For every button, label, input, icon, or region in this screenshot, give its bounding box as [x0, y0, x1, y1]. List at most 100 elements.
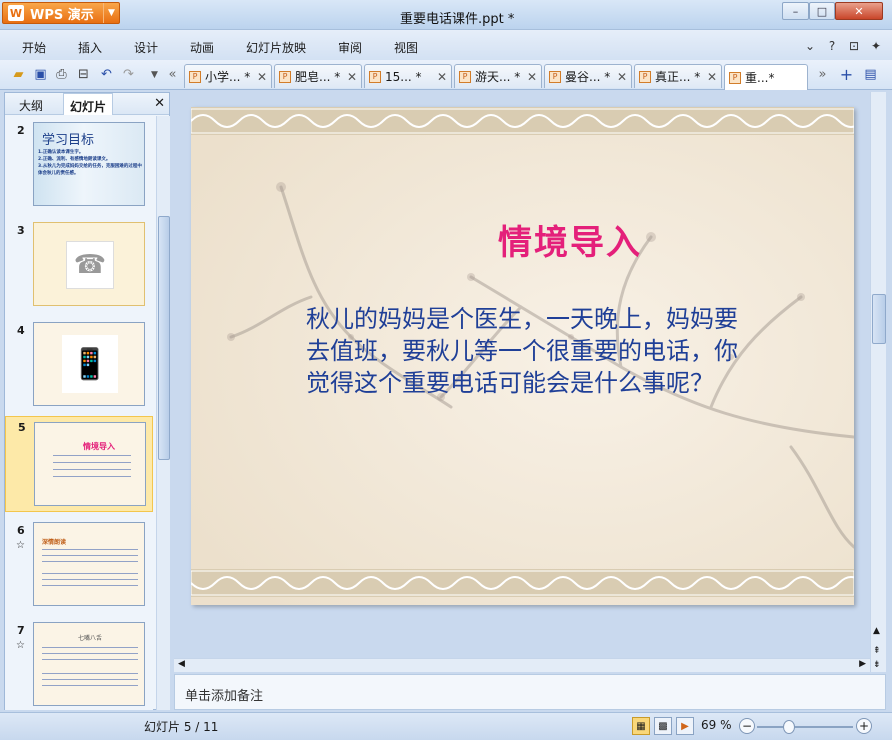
vertical-scrollbar[interactable]: ▲ ⇞ ⇟	[870, 92, 886, 672]
thumb-body-lines	[42, 549, 138, 563]
slideshow-view-icon[interactable]: ▶	[676, 717, 694, 735]
quick-toolbar: ▰ ▣ ⎙ ⊟ ↶ ↷ ▼ « P 小学... * ✕ P 肥皂... * ✕ …	[0, 60, 892, 90]
tab-document-6[interactable]: P 真正... * ✕	[634, 64, 722, 88]
prev-slide-icon[interactable]: ⇞	[873, 646, 881, 656]
tab-document-2[interactable]: P 肥皂... * ✕	[274, 64, 362, 88]
chevron-down-icon: ▼	[103, 3, 119, 23]
close-icon[interactable]: ✕	[347, 70, 357, 84]
horizontal-scrollbar[interactable]: ◀ ▶	[174, 658, 870, 672]
telephone-image-icon: ☎	[66, 241, 114, 289]
chevron-down-icon[interactable]: ⌄	[802, 38, 818, 54]
new-tab-icon[interactable]: +	[838, 65, 855, 84]
slide-thumbnail-2[interactable]: 2 学习目标 1.正确认读本课生字。 2.正确、流利、有感情地朗读课文。 3.从…	[5, 120, 153, 212]
slide-preview: 学习目标 1.正确认读本课生字。 2.正确、流利、有感情地朗读课文。 3.从秋儿…	[33, 122, 145, 206]
slide-number: 2	[17, 124, 25, 137]
redo-icon[interactable]: ↷	[120, 66, 137, 83]
ppt-file-icon: P	[729, 71, 741, 84]
tab-list-icon[interactable]: ▤	[862, 66, 879, 83]
notes-pane[interactable]: 单击添加备注	[174, 674, 886, 710]
close-icon[interactable]: ✕	[437, 70, 447, 84]
skin-icon[interactable]: ✦	[868, 38, 884, 54]
menu-animation[interactable]: 动画	[190, 39, 214, 56]
tab-label: 小学... *	[205, 70, 251, 84]
close-icon[interactable]: ✕	[527, 70, 537, 84]
slide-thumbnail-4[interactable]: 4 📱	[5, 320, 153, 412]
next-slide-icon[interactable]: ⇟	[873, 660, 881, 670]
undo-icon[interactable]: ↶	[98, 66, 115, 83]
panel-tabs: 大纲 幻灯片 ✕	[5, 93, 169, 115]
maximize-button[interactable]: □	[809, 2, 835, 20]
scroll-right-icon[interactable]: ▶	[859, 659, 866, 669]
menu-review[interactable]: 审阅	[338, 39, 362, 56]
tab-label: 游天... *	[475, 70, 521, 84]
minimize-button[interactable]: –	[782, 2, 809, 20]
slide-thumbnail-7[interactable]: 7 ☆ 七嘴八舌	[5, 620, 153, 710]
slides-panel: 大纲 幻灯片 ✕ 2 学习目标 1.正确认读本课生字。 2.正确、流利、有感情地…	[4, 92, 170, 710]
tab-outline[interactable]: 大纲	[19, 97, 43, 114]
slide-preview: 七嘴八舌	[33, 622, 145, 706]
tab-scroll-left-icon[interactable]: «	[164, 66, 181, 83]
slide-preview: 深情朗读	[33, 522, 145, 606]
help-icon[interactable]: ?	[824, 38, 840, 54]
slide-counter: 幻灯片 5 / 11	[144, 720, 219, 734]
slide-thumbnail-3[interactable]: 3 ☎	[5, 220, 153, 312]
current-slide[interactable]: 情境导入 秋儿的妈妈是个医生，一天晚上，妈妈要去值班，要秋儿等一个很重要的电话，…	[191, 107, 854, 605]
scrollbar-handle[interactable]	[872, 294, 886, 344]
slide-thumbnail-6[interactable]: 6 ☆ 深情朗读	[5, 520, 153, 612]
scroll-up-icon[interactable]: ▲	[873, 626, 880, 636]
tab-document-3[interactable]: P 15... * ✕	[364, 64, 452, 88]
customize-dropdown-icon[interactable]: ▼	[146, 66, 163, 83]
menu-bar: 开始 插入 设计 动画 幻灯片放映 审阅 视图 ⌄ ? ⊡ ✦	[0, 30, 892, 60]
slide-body-text[interactable]: 秋儿的妈妈是个医生，一天晚上，妈妈要去值班，要秋儿等一个很重要的电话，你觉得这个…	[306, 303, 758, 399]
tab-document-5[interactable]: P 曼谷... * ✕	[544, 64, 632, 88]
menu-design[interactable]: 设计	[134, 39, 158, 56]
zoom-slider-track[interactable]	[757, 726, 853, 728]
close-button[interactable]: ✕	[835, 2, 883, 20]
zoom-out-button[interactable]: −	[739, 718, 755, 734]
scroll-left-icon[interactable]: ◀	[178, 659, 185, 669]
menu-slideshow[interactable]: 幻灯片放映	[246, 39, 306, 56]
slide-title[interactable]: 情境导入	[191, 215, 854, 264]
close-icon[interactable]: ✕	[617, 70, 627, 84]
menu-view[interactable]: 视图	[394, 39, 418, 56]
ppt-file-icon: P	[549, 70, 561, 83]
close-icon[interactable]: ✕	[707, 70, 717, 84]
tab-document-active[interactable]: P 重...*	[724, 64, 808, 90]
thumb-title: 情境导入	[83, 442, 115, 451]
normal-view-icon[interactable]: ▦	[632, 717, 650, 735]
slide-thumbnail-5[interactable]: 5 情境导入	[5, 416, 153, 512]
tab-scroll-right-icon[interactable]: »	[814, 66, 831, 83]
tab-slides[interactable]: 幻灯片	[63, 93, 113, 115]
zoom-level: 69 %	[701, 718, 732, 732]
thumb-line: 2.正确、流利、有感情地朗读课文。	[38, 157, 111, 162]
thumb-body-lines	[42, 573, 138, 587]
ppt-file-icon: P	[459, 70, 471, 83]
zoom-slider-knob[interactable]	[783, 720, 795, 734]
menu-insert[interactable]: 插入	[78, 39, 102, 56]
ppt-file-icon: P	[279, 70, 291, 83]
thumb-body: 1.正确认读本课生字。 2.正确、流利、有感情地朗读课文。 3.从秋儿为完成妈妈…	[38, 149, 144, 177]
thumbnail-scrollbar[interactable]	[156, 116, 170, 710]
lock-icon[interactable]: ⊡	[846, 38, 862, 54]
ppt-file-icon: P	[189, 70, 201, 83]
tab-label: 曼谷... *	[565, 70, 611, 84]
app-menu-button[interactable]: W WPS 演示 ▼	[2, 2, 120, 24]
close-icon[interactable]: ✕	[154, 96, 165, 111]
title-bar: W WPS 演示 ▼ 重要电话课件.ppt * – □ ✕	[0, 0, 892, 30]
save-icon[interactable]: ▣	[32, 66, 49, 83]
tab-document-4[interactable]: P 游天... * ✕	[454, 64, 542, 88]
tab-label: 重...*	[745, 71, 775, 85]
close-icon[interactable]: ✕	[257, 70, 267, 84]
slide-sorter-view-icon[interactable]: ▩	[654, 717, 672, 735]
notes-placeholder[interactable]: 单击添加备注	[185, 685, 263, 704]
thumb-line: 1.正确认读本课生字。	[38, 150, 84, 155]
print-preview-icon[interactable]: ⊟	[75, 66, 92, 83]
tab-document-1[interactable]: P 小学... * ✕	[184, 64, 272, 88]
open-folder-icon[interactable]: ▰	[10, 66, 27, 83]
slide-number: 5	[18, 421, 26, 434]
zoom-in-button[interactable]: +	[856, 718, 872, 734]
scrollbar-handle[interactable]	[158, 216, 170, 460]
status-bar: 幻灯片 5 / 11 ▦ ▩ ▶ 69 % − +	[0, 712, 892, 740]
menu-home[interactable]: 开始	[22, 39, 46, 56]
print-icon[interactable]: ⎙	[53, 66, 70, 83]
